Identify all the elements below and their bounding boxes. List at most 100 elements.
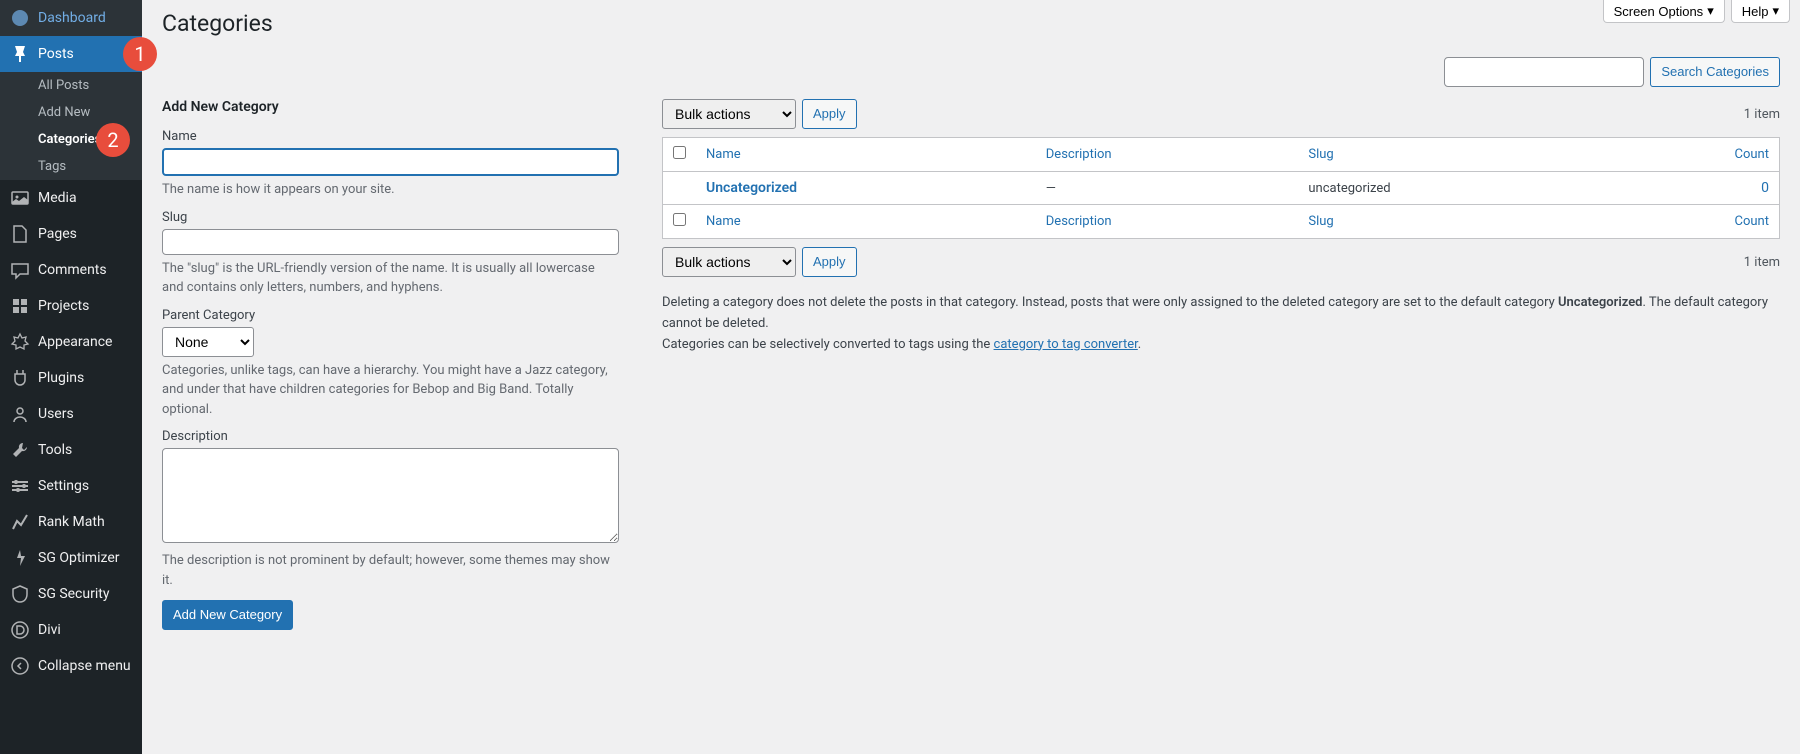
categories-list-panel: Bulk actions Apply 1 item Name Descripti… [662, 99, 1780, 630]
sidebar-item-plugins[interactable]: Plugins [0, 360, 142, 396]
pages-icon [10, 224, 30, 244]
comments-icon [10, 260, 30, 280]
chevron-down-icon: ▾ [1707, 3, 1714, 19]
search-categories-button[interactable]: Search Categories [1650, 57, 1780, 87]
apply-button-top[interactable]: Apply [802, 99, 857, 129]
table-row: Uncategorized — uncategorized 0 [663, 172, 1780, 205]
sidebar-label: Rank Math [38, 514, 105, 530]
select-all-top-checkbox[interactable] [673, 146, 686, 159]
sidebar-sub-tags[interactable]: Tags [0, 153, 142, 180]
sidebar-item-divi[interactable]: Divi [0, 612, 142, 648]
sidebar-sub-categories[interactable]: Categories 2 [0, 126, 142, 153]
item-count-top: 1 item [1744, 107, 1780, 122]
sidebar-item-settings[interactable]: Settings [0, 468, 142, 504]
sidebar-label: Media [38, 190, 77, 206]
note-text: Categories can be selectively converted … [662, 337, 994, 352]
sidebar-item-posts[interactable]: Posts 1 [0, 36, 142, 72]
description-label: Description [162, 429, 642, 444]
col-count[interactable]: Count [1611, 138, 1779, 172]
note-text: . [1138, 337, 1141, 352]
col-count[interactable]: Count [1611, 205, 1779, 239]
col-name[interactable]: Name [696, 205, 1036, 239]
note-text: Deleting a category does not delete the … [662, 295, 1558, 310]
sidebar-item-sg-optimizer[interactable]: SG Optimizer [0, 540, 142, 576]
sidebar-item-users[interactable]: Users [0, 396, 142, 432]
parent-help-text: Categories, unlike tags, can have a hier… [162, 361, 619, 420]
sidebar-label: Settings [38, 478, 89, 494]
annotation-badge-2: 2 [96, 123, 130, 157]
item-count-bottom: 1 item [1744, 255, 1780, 270]
tools-icon [10, 440, 30, 460]
main-content: Screen Options ▾ Help ▾ Categories Searc… [142, 0, 1800, 754]
tag-converter-link[interactable]: category to tag converter [994, 337, 1138, 352]
sidebar-item-projects[interactable]: Projects [0, 288, 142, 324]
slug-help-text: The "slug" is the URL-friendly version o… [162, 259, 619, 298]
chevron-down-icon: ▾ [1772, 3, 1779, 19]
row-name-link[interactable]: Uncategorized [706, 180, 797, 196]
sidebar-label: SG Security [38, 586, 109, 602]
sidebar-sub-all-posts[interactable]: All Posts [0, 72, 142, 99]
name-help-text: The name is how it appears on your site. [162, 180, 619, 200]
sidebar-item-comments[interactable]: Comments [0, 252, 142, 288]
sidebar-item-sg-security[interactable]: SG Security [0, 576, 142, 612]
sidebar-label: Tools [38, 442, 72, 458]
slug-label: Slug [162, 210, 642, 225]
row-description: — [1036, 172, 1299, 205]
col-name[interactable]: Name [696, 138, 1036, 172]
screen-options-button[interactable]: Screen Options ▾ [1603, 0, 1725, 23]
sidebar-sub-add-new[interactable]: Add New [0, 99, 142, 126]
select-all-bottom-checkbox[interactable] [673, 213, 686, 226]
add-category-button[interactable]: Add New Category [162, 600, 293, 630]
sidebar-label: Posts [38, 46, 74, 62]
sidebar-item-pages[interactable]: Pages [0, 216, 142, 252]
form-heading: Add New Category [162, 99, 642, 115]
help-button[interactable]: Help ▾ [1731, 0, 1790, 23]
categories-table: Name Description Slug Count Uncategorize… [662, 137, 1780, 239]
sidebar-item-appearance[interactable]: Appearance [0, 324, 142, 360]
tablenav-top: Bulk actions Apply 1 item [662, 99, 1780, 129]
settings-icon [10, 476, 30, 496]
submenu-label: Categories [38, 132, 101, 147]
bulk-action-select-top[interactable]: Bulk actions [662, 99, 796, 129]
posts-submenu: All Posts Add New Categories 2 Tags [0, 72, 142, 180]
delete-note: Deleting a category does not delete the … [662, 293, 1780, 355]
sidebar-label: Appearance [38, 334, 112, 350]
sg-optimizer-icon [10, 548, 30, 568]
sidebar-label: Projects [38, 298, 89, 314]
sidebar-item-media[interactable]: Media [0, 180, 142, 216]
description-textarea[interactable] [162, 448, 619, 543]
button-label: Help [1742, 4, 1769, 19]
col-description[interactable]: Description [1036, 138, 1299, 172]
rank-math-icon [10, 512, 30, 532]
projects-icon [10, 296, 30, 316]
sidebar-label: Users [38, 406, 74, 422]
apply-button-bottom[interactable]: Apply [802, 247, 857, 277]
sidebar-label: Dashboard [38, 10, 106, 26]
slug-input[interactable] [162, 229, 619, 255]
col-slug[interactable]: Slug [1298, 138, 1611, 172]
note-strong: Uncategorized [1558, 295, 1643, 310]
parent-label: Parent Category [162, 308, 642, 323]
sidebar-label: Collapse menu [38, 658, 131, 674]
row-count-link[interactable]: 0 [1761, 180, 1769, 196]
sidebar-item-tools[interactable]: Tools [0, 432, 142, 468]
search-input[interactable] [1444, 57, 1644, 87]
col-description[interactable]: Description [1036, 205, 1299, 239]
name-label: Name [162, 129, 642, 144]
sidebar-label: Plugins [38, 370, 84, 386]
name-input[interactable] [162, 148, 619, 176]
dashboard-icon [10, 8, 30, 28]
sidebar-item-dashboard[interactable]: Dashboard [0, 0, 142, 36]
appearance-icon [10, 332, 30, 352]
bulk-action-select-bottom[interactable]: Bulk actions [662, 247, 796, 277]
col-slug[interactable]: Slug [1298, 205, 1611, 239]
row-slug: uncategorized [1298, 172, 1611, 205]
users-icon [10, 404, 30, 424]
collapse-icon [10, 656, 30, 676]
sidebar-label: SG Optimizer [38, 550, 119, 566]
top-buttons: Screen Options ▾ Help ▾ [1603, 0, 1790, 23]
sidebar-item-rank-math[interactable]: Rank Math [0, 504, 142, 540]
sidebar-item-collapse[interactable]: Collapse menu [0, 648, 142, 684]
parent-category-select[interactable]: None [162, 327, 254, 357]
page-title: Categories [162, 10, 1780, 37]
